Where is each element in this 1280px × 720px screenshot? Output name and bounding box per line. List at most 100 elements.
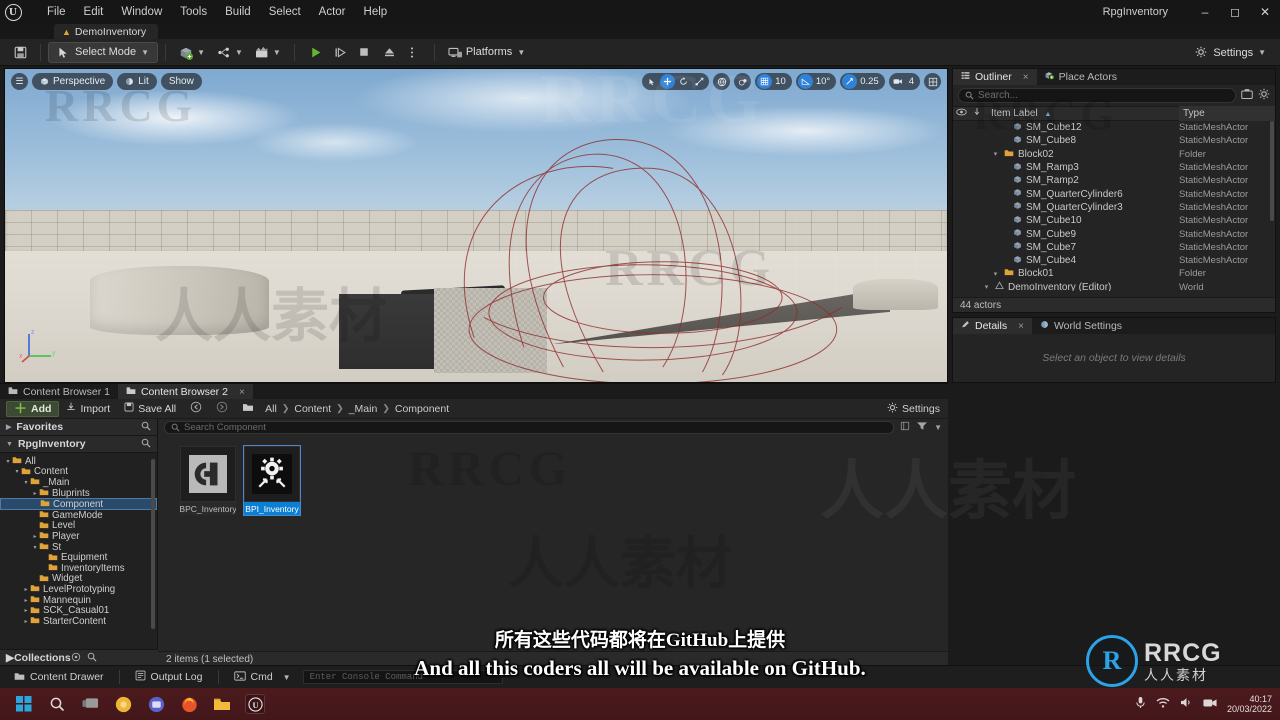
folder-tree-item[interactable]: GameMode (0, 510, 157, 521)
task-view-icon[interactable] (80, 694, 100, 714)
save-button[interactable] (8, 42, 33, 63)
expand-arrow-icon[interactable]: ▸ (22, 618, 30, 625)
level-viewport[interactable]: ☰ Perspective Lit Show 10 10° 0.25 4 z y… (4, 68, 948, 383)
menu-select[interactable]: Select (260, 3, 310, 21)
blueprints-button[interactable]: ▼ (211, 42, 249, 63)
menu-file[interactable]: File (38, 3, 75, 21)
folder-tree-item[interactable]: ▸ LevelPrototyping (0, 584, 157, 595)
folder-tree-item[interactable]: ▾ Content (0, 466, 157, 477)
folder-tree-item[interactable]: ▸ Bluprints (0, 488, 157, 499)
menu-window[interactable]: Window (112, 3, 171, 21)
taskbar-clock[interactable]: 40:17 20/03/2022 (1227, 694, 1272, 714)
cinematics-button[interactable]: ▼ (249, 42, 287, 63)
mic-icon[interactable] (1135, 696, 1146, 712)
outliner-tree[interactable]: SM_Cube12 StaticMeshActor SM_Cube8 StaticMe… (953, 121, 1275, 291)
tab-details[interactable]: Details × (953, 318, 1032, 334)
column-type[interactable]: Type (1179, 106, 1275, 121)
folder-tree-item[interactable]: ▾ St (0, 542, 157, 553)
select-tool-icon[interactable] (644, 74, 659, 89)
expand-arrow-icon[interactable]: ▸ (31, 490, 39, 497)
viewport-lighting-button[interactable]: Lit (117, 73, 157, 90)
outliner-row[interactable]: SM_Cube9 StaticMeshActor (953, 227, 1275, 240)
cmd-button[interactable]: Cmd ▼ (226, 669, 299, 686)
file-explorer-icon[interactable] (212, 694, 232, 714)
expand-arrow-icon[interactable]: ▸ (22, 586, 30, 593)
expand-arrow-icon[interactable]: ▾ (991, 270, 1000, 278)
rotate-tool-icon[interactable] (676, 74, 691, 89)
search-icon[interactable] (87, 652, 97, 665)
grid-snap-value[interactable]: 10 (773, 76, 790, 87)
firefox-icon[interactable] (179, 694, 199, 714)
expand-arrow-icon[interactable]: ▾ (991, 150, 1000, 158)
angle-snap-value[interactable]: 10° (814, 76, 834, 87)
world-coords-icon[interactable] (713, 73, 731, 90)
select-mode-button[interactable]: Select Mode ▼ (48, 41, 159, 63)
forward-button[interactable] (209, 401, 235, 417)
content-browser-settings-button[interactable]: Settings (887, 402, 940, 416)
outliner-row[interactable]: ▾ Block02 Folder (953, 148, 1275, 161)
filter-icon[interactable] (916, 421, 928, 434)
chevron-down-icon[interactable]: ▼ (934, 423, 942, 432)
expand-arrow-icon[interactable]: ▸ (22, 597, 30, 604)
outliner-search-input[interactable]: Search... (958, 88, 1236, 103)
stop-button[interactable] (352, 42, 377, 63)
search-icon[interactable] (47, 694, 67, 714)
scale-snap-icon[interactable] (842, 74, 858, 89)
menu-tools[interactable]: Tools (171, 3, 216, 21)
expand-arrow-icon[interactable]: ▾ (31, 544, 39, 551)
tab-content-browser-1[interactable]: Content Browser 1 (0, 384, 118, 400)
scale-tool-icon[interactable] (692, 74, 707, 89)
expand-arrow-icon[interactable]: ▾ (4, 458, 12, 465)
move-tool-icon[interactable] (660, 74, 676, 89)
folder-tree-item[interactable]: Component (0, 498, 157, 510)
save-view-icon[interactable] (1241, 88, 1253, 103)
breadcrumb-all[interactable]: All (261, 403, 281, 415)
surface-snap-icon[interactable] (734, 73, 752, 90)
tab-outliner[interactable]: Outliner × (953, 69, 1037, 85)
maximize-viewport-icon[interactable] (924, 73, 941, 90)
outliner-row[interactable]: SM_QuarterCylinder6 StaticMeshActor (953, 187, 1275, 200)
volume-icon[interactable] (1180, 697, 1193, 711)
save-all-button[interactable]: Save All (117, 401, 183, 417)
play-button[interactable] (302, 42, 327, 63)
outliner-row[interactable]: SM_Cube8 StaticMeshActor (953, 134, 1275, 147)
grid-snap-icon[interactable] (757, 74, 773, 89)
asset-grid[interactable]: BPC_Inventory BPI_Inventory (158, 436, 948, 516)
outliner-row[interactable]: ▾ DemoInventory (Editor) World (953, 281, 1275, 291)
platforms-button[interactable]: Platforms ▼ (442, 42, 531, 63)
minimize-button[interactable]: – (1190, 0, 1220, 24)
output-log-button[interactable]: Output Log (127, 669, 211, 686)
close-icon[interactable]: × (239, 387, 245, 398)
folder-tree-item[interactable]: ▸ Player (0, 531, 157, 542)
angle-snap-icon[interactable] (797, 74, 813, 89)
console-command-input[interactable]: Enter Console Command (302, 670, 503, 684)
content-drawer-button[interactable]: Content Drawer (6, 669, 112, 686)
folder-tree-scrollbar[interactable] (151, 459, 155, 629)
asset-tile[interactable]: BPI_Inventory (243, 445, 301, 516)
viewport-menu-icon[interactable]: ☰ (11, 73, 28, 90)
pin-icon[interactable] (969, 107, 985, 120)
outliner-row[interactable]: ▾ Block01 Folder (953, 267, 1275, 280)
outliner-row[interactable]: SM_Ramp2 StaticMeshActor (953, 174, 1275, 187)
outliner-row[interactable]: SM_QuarterCylinder3 StaticMeshActor (953, 201, 1275, 214)
viewport-camera-button[interactable]: Perspective (32, 73, 114, 90)
gear-icon[interactable] (1258, 88, 1270, 103)
outliner-row[interactable]: SM_Cube10 StaticMeshActor (953, 214, 1275, 227)
menu-actor[interactable]: Actor (310, 3, 355, 21)
favorites-section[interactable]: ▶ Favorites (0, 419, 157, 436)
expand-arrow-icon[interactable]: ▾ (13, 468, 21, 475)
breadcrumb-component[interactable]: Component (391, 403, 453, 415)
menu-help[interactable]: Help (355, 3, 397, 21)
teams-icon[interactable] (146, 694, 166, 714)
expand-arrow-icon[interactable]: ▾ (982, 283, 991, 291)
outliner-row[interactable]: SM_Cube7 StaticMeshActor (953, 241, 1275, 254)
column-item-label[interactable]: Item Label ▲ (985, 108, 1179, 119)
folder-tree-item[interactable]: InventoryItems (0, 563, 157, 574)
viewport-show-button[interactable]: Show (160, 73, 202, 90)
close-button[interactable]: ✕ (1250, 0, 1280, 24)
outliner-row[interactable]: SM_Cube4 StaticMeshActor (953, 254, 1275, 267)
close-icon[interactable]: × (1023, 72, 1029, 83)
chrome-icon[interactable] (113, 694, 133, 714)
expand-arrow-icon[interactable]: ▸ (31, 533, 39, 540)
folder-tree-item[interactable]: ▸ Mannequin (0, 595, 157, 606)
